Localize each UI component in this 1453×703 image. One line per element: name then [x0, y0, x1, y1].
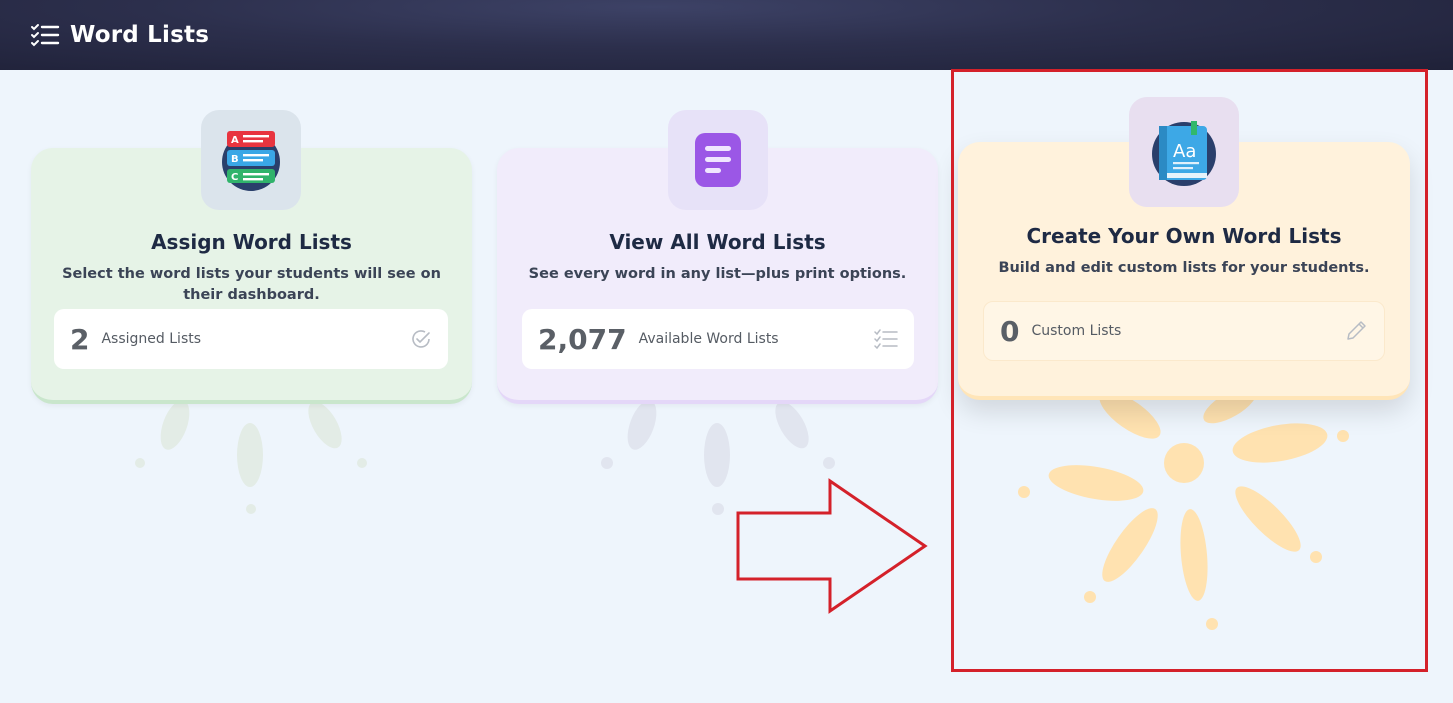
svg-text:B: B	[231, 154, 239, 165]
red-arrow-annotation	[736, 478, 928, 614]
abc-list-icon: A B C	[201, 110, 301, 210]
list-icon	[874, 329, 898, 349]
highlight-box-annotation	[951, 69, 1428, 672]
card-title: View All Word Lists	[609, 230, 826, 254]
svg-text:C: C	[231, 172, 238, 183]
card-description: Select the word lists your students will…	[62, 266, 441, 303]
stat-value: 2	[70, 322, 90, 356]
document-lines-icon	[668, 110, 768, 210]
available-word-lists-stat[interactable]: 2,077 Available Word Lists	[522, 309, 914, 369]
top-bar: Word Lists	[0, 0, 1453, 70]
stat-value: 2,077	[538, 322, 627, 356]
stat-label: Available Word Lists	[638, 331, 779, 347]
stat-label: Assigned Lists	[101, 331, 202, 347]
assigned-lists-stat[interactable]: 2 Assigned Lists	[54, 309, 448, 369]
checklist-icon[interactable]	[30, 22, 60, 48]
card-description: See every word in any list—plus print op…	[528, 266, 907, 282]
svg-text:A: A	[231, 135, 239, 146]
burst-decoration-green	[135, 400, 367, 514]
card-title: Assign Word Lists	[151, 230, 352, 254]
check-circle-icon	[410, 328, 432, 350]
page-title: Word Lists	[70, 22, 210, 48]
